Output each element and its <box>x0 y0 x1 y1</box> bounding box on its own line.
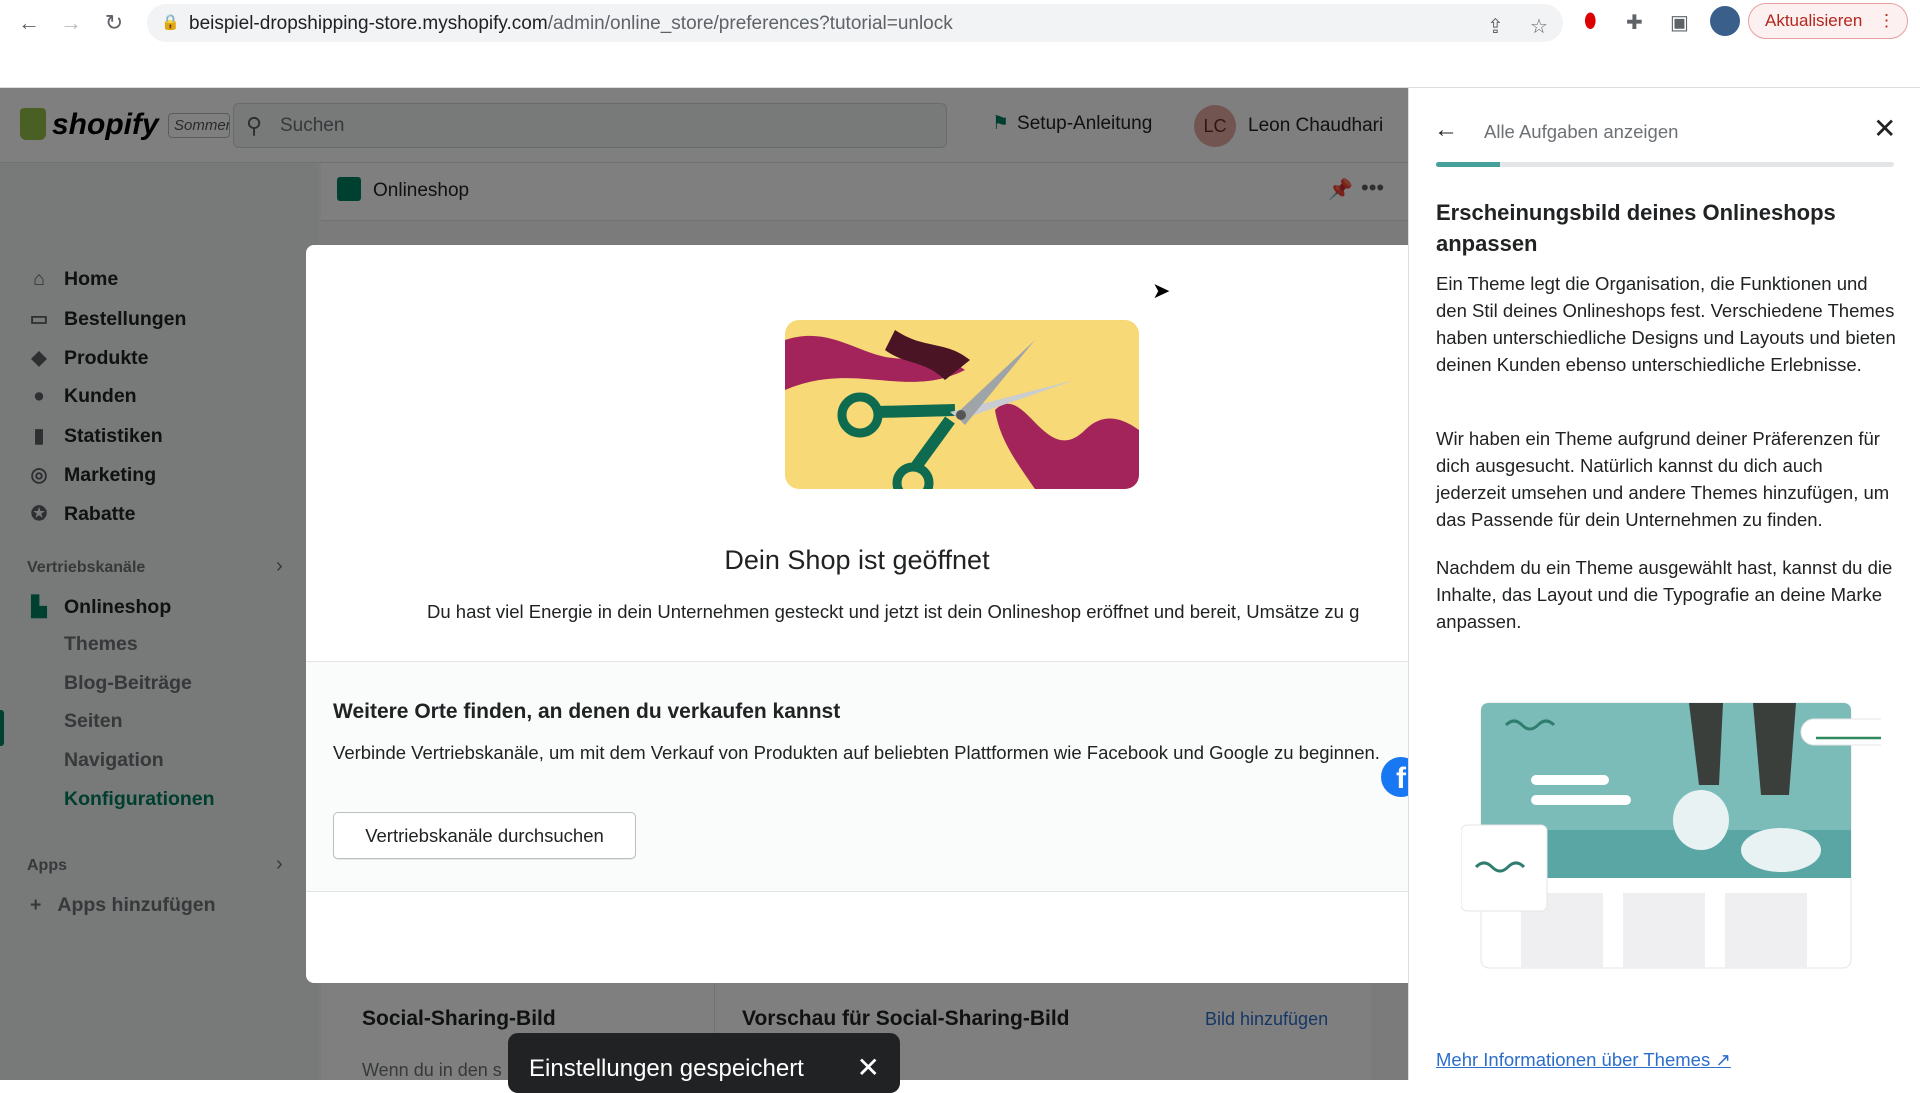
theme-illustration <box>1460 695 1914 970</box>
toast: Einstellungen gespeichert ✕ <box>508 1033 900 1093</box>
reload-icon[interactable]: ↻ <box>99 8 129 38</box>
browse-channels-button[interactable]: Vertriebskanäle durchsuchen <box>333 812 636 859</box>
profile-avatar[interactable] <box>1710 6 1740 36</box>
toast-text: Einstellungen gespeichert <box>529 1055 804 1082</box>
link-text: Mehr Informationen über Themes <box>1436 1049 1711 1070</box>
update-label: Aktualisieren <box>1765 11 1863 30</box>
more-info-themes-link[interactable]: Mehr Informationen über Themes ↗ <box>1436 1049 1731 1071</box>
panel-paragraph: Ein Theme legt die Organisation, die Fun… <box>1436 273 1896 375</box>
forward-icon[interactable]: → <box>56 8 86 38</box>
url-host: beispiel-dropshipping-store.myshopify.co… <box>189 13 548 34</box>
star-icon[interactable]: ☆ <box>1530 14 1548 39</box>
external-link-icon: ↗ <box>1715 1049 1731 1070</box>
extensions-icon[interactable]: ✚ <box>1626 10 1643 35</box>
opera-icon[interactable]: ⬮ <box>1584 10 1597 33</box>
back-arrow-icon[interactable]: ← <box>1434 116 1458 144</box>
all-tasks-link[interactable]: Alle Aufgaben anzeigen <box>1484 121 1678 143</box>
panel-paragraph: Nachdem du ein Theme ausgewählt hast, ka… <box>1436 557 1893 632</box>
setup-guide-panel: ← Alle Aufgaben anzeigen ✕ Erscheinungsb… <box>1408 88 1920 1080</box>
modal-title: Dein Shop ist geöffnet <box>724 545 990 575</box>
url-path: /admin/online_store/preferences?tutorial… <box>547 13 953 34</box>
modal-text: Du hast viel Energie in dein Unternehmen… <box>427 601 1360 622</box>
browser-toolbar: ← → ↻ 🔒 beispiel-dropshipping-store.mysh… <box>0 0 1920 88</box>
update-button[interactable]: Aktualisieren ⋮ <box>1748 3 1908 39</box>
panel-paragraph: Wir haben ein Theme aufgrund deiner Präf… <box>1436 428 1890 530</box>
shop-opened-modal: Dein Shop ist geöffnet Du hast viel Ener… <box>306 245 1408 983</box>
panel-title: Erscheinungsbild deines Onlineshops anpa… <box>1436 200 1836 256</box>
section-title: Weitere Orte finden, an denen du verkauf… <box>333 700 841 723</box>
mouse-cursor-icon: ➤ <box>1152 278 1171 303</box>
divider <box>306 891 1408 892</box>
sidepanel-icon[interactable]: ▣ <box>1670 10 1689 35</box>
close-icon[interactable]: ✕ <box>857 1051 880 1084</box>
progress-bar <box>1436 162 1894 167</box>
scissors-ribbon-illustration <box>785 320 1139 489</box>
address-bar[interactable]: 🔒 beispiel-dropshipping-store.myshopify.… <box>147 4 1563 42</box>
lock-icon: 🔒 <box>161 14 180 31</box>
progress-fill <box>1436 162 1501 167</box>
close-icon[interactable]: ✕ <box>1873 112 1896 145</box>
share-icon[interactable]: ⇪ <box>1487 14 1504 39</box>
back-icon[interactable]: ← <box>14 8 44 38</box>
section-desc: Verbinde Vertriebskanäle, um mit dem Ver… <box>333 742 1380 763</box>
